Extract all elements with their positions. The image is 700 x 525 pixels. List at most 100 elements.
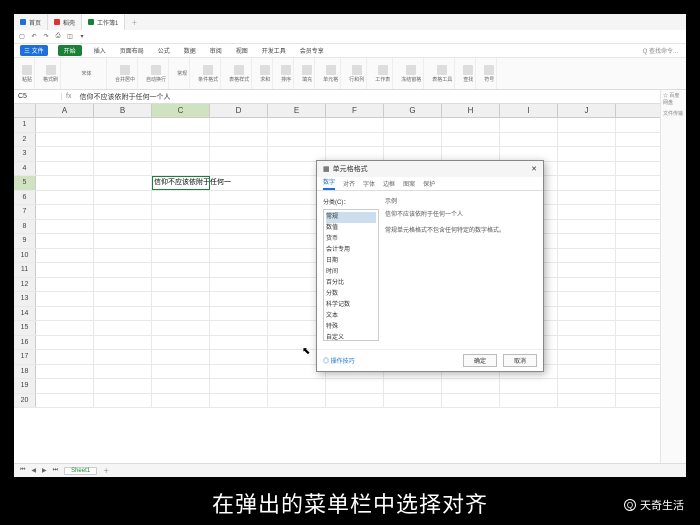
row-header-10[interactable]: 10: [14, 249, 36, 263]
cancel-button[interactable]: 取消: [503, 354, 537, 367]
col-d[interactable]: D: [210, 104, 268, 117]
cell[interactable]: [210, 263, 268, 277]
tabletool-icon[interactable]: [437, 65, 447, 75]
row-header-19[interactable]: 19: [14, 379, 36, 393]
row-header-4[interactable]: 4: [14, 162, 36, 176]
cell[interactable]: [326, 379, 384, 393]
tab-layout[interactable]: 页面布局: [118, 46, 146, 55]
cell[interactable]: [152, 147, 210, 161]
cell[interactable]: [442, 379, 500, 393]
tab-font[interactable]: 字体: [363, 179, 375, 190]
cell[interactable]: [558, 394, 616, 408]
cell[interactable]: [36, 249, 94, 263]
cell[interactable]: [210, 220, 268, 234]
cell[interactable]: [94, 321, 152, 335]
tab-pattern[interactable]: 图案: [403, 179, 415, 190]
cell[interactable]: [152, 321, 210, 335]
cell[interactable]: [94, 350, 152, 364]
cell[interactable]: [210, 147, 268, 161]
cell[interactable]: [500, 147, 558, 161]
cell[interactable]: [152, 249, 210, 263]
add-sheet-button[interactable]: ＋: [103, 466, 109, 475]
worksheet-icon[interactable]: [378, 65, 388, 75]
col-i[interactable]: I: [500, 104, 558, 117]
cell[interactable]: [36, 278, 94, 292]
row-header-20[interactable]: 20: [14, 394, 36, 408]
cell[interactable]: [442, 118, 500, 132]
cell[interactable]: [94, 191, 152, 205]
cell[interactable]: [558, 278, 616, 292]
category-item[interactable]: 数值: [326, 223, 376, 234]
cell[interactable]: [94, 249, 152, 263]
cell[interactable]: [558, 263, 616, 277]
tab-home[interactable]: 首页: [14, 14, 48, 30]
wrap-icon[interactable]: [151, 65, 161, 75]
cell[interactable]: [210, 118, 268, 132]
col-c[interactable]: C: [152, 104, 210, 117]
tab-docer[interactable]: 稻壳: [48, 14, 82, 30]
cell[interactable]: [36, 133, 94, 147]
cell[interactable]: [558, 147, 616, 161]
category-item[interactable]: 常规: [326, 212, 376, 223]
cell[interactable]: [558, 307, 616, 321]
sheet-nav-next-icon[interactable]: ▶: [42, 467, 47, 474]
tab-review[interactable]: 审阅: [208, 46, 224, 55]
cell[interactable]: [152, 162, 210, 176]
formula-input[interactable]: 信仰不应该依附于任何一个人: [75, 92, 686, 102]
rowcol-icon[interactable]: [352, 65, 362, 75]
cell[interactable]: [152, 292, 210, 306]
cell[interactable]: [94, 220, 152, 234]
cell[interactable]: [36, 365, 94, 379]
cell[interactable]: [94, 292, 152, 306]
cell[interactable]: [558, 220, 616, 234]
cell[interactable]: [210, 307, 268, 321]
cell[interactable]: [210, 249, 268, 263]
cell[interactable]: [268, 147, 326, 161]
tab-member[interactable]: 会员专享: [298, 46, 326, 55]
cell[interactable]: [210, 278, 268, 292]
cell[interactable]: [500, 118, 558, 132]
cell[interactable]: [210, 350, 268, 364]
cell[interactable]: [210, 234, 268, 248]
col-j[interactable]: J: [558, 104, 616, 117]
tab-start[interactable]: 开始: [58, 45, 82, 56]
cell[interactable]: [94, 307, 152, 321]
cell[interactable]: [36, 205, 94, 219]
cell[interactable]: [268, 394, 326, 408]
cell[interactable]: [558, 118, 616, 132]
row-header-17[interactable]: 17: [14, 350, 36, 364]
qat-preview-icon[interactable]: ◫: [66, 33, 74, 40]
col-h[interactable]: H: [442, 104, 500, 117]
qat-save-icon[interactable]: ▢: [18, 33, 26, 40]
tab-formula[interactable]: 公式: [156, 46, 172, 55]
cell[interactable]: [36, 350, 94, 364]
sheet-nav-prev-icon[interactable]: ◀: [31, 467, 36, 474]
cell[interactable]: [94, 365, 152, 379]
cell[interactable]: [94, 263, 152, 277]
cell[interactable]: [152, 234, 210, 248]
cell[interactable]: [558, 133, 616, 147]
cell[interactable]: [152, 278, 210, 292]
cell-icon[interactable]: [326, 65, 336, 75]
merge-icon[interactable]: [120, 65, 130, 75]
cell[interactable]: [36, 379, 94, 393]
category-item[interactable]: 文本: [326, 311, 376, 322]
cell[interactable]: [558, 162, 616, 176]
search-box[interactable]: Q 查找命令...: [641, 46, 680, 55]
cell[interactable]: 信仰不应该依附于任何一: [152, 176, 210, 190]
cell[interactable]: [94, 147, 152, 161]
category-item[interactable]: 特殊: [326, 322, 376, 333]
row-header-2[interactable]: 2: [14, 133, 36, 147]
cell[interactable]: [326, 133, 384, 147]
cell[interactable]: [558, 249, 616, 263]
cell[interactable]: [268, 133, 326, 147]
cell[interactable]: [210, 205, 268, 219]
cell[interactable]: [152, 336, 210, 350]
category-item[interactable]: 科学记数: [326, 300, 376, 311]
cell[interactable]: [210, 365, 268, 379]
cell[interactable]: [210, 133, 268, 147]
cell[interactable]: [210, 379, 268, 393]
cell[interactable]: [500, 379, 558, 393]
cell[interactable]: [558, 379, 616, 393]
sheet-tab-1[interactable]: Sheet1: [64, 467, 97, 475]
